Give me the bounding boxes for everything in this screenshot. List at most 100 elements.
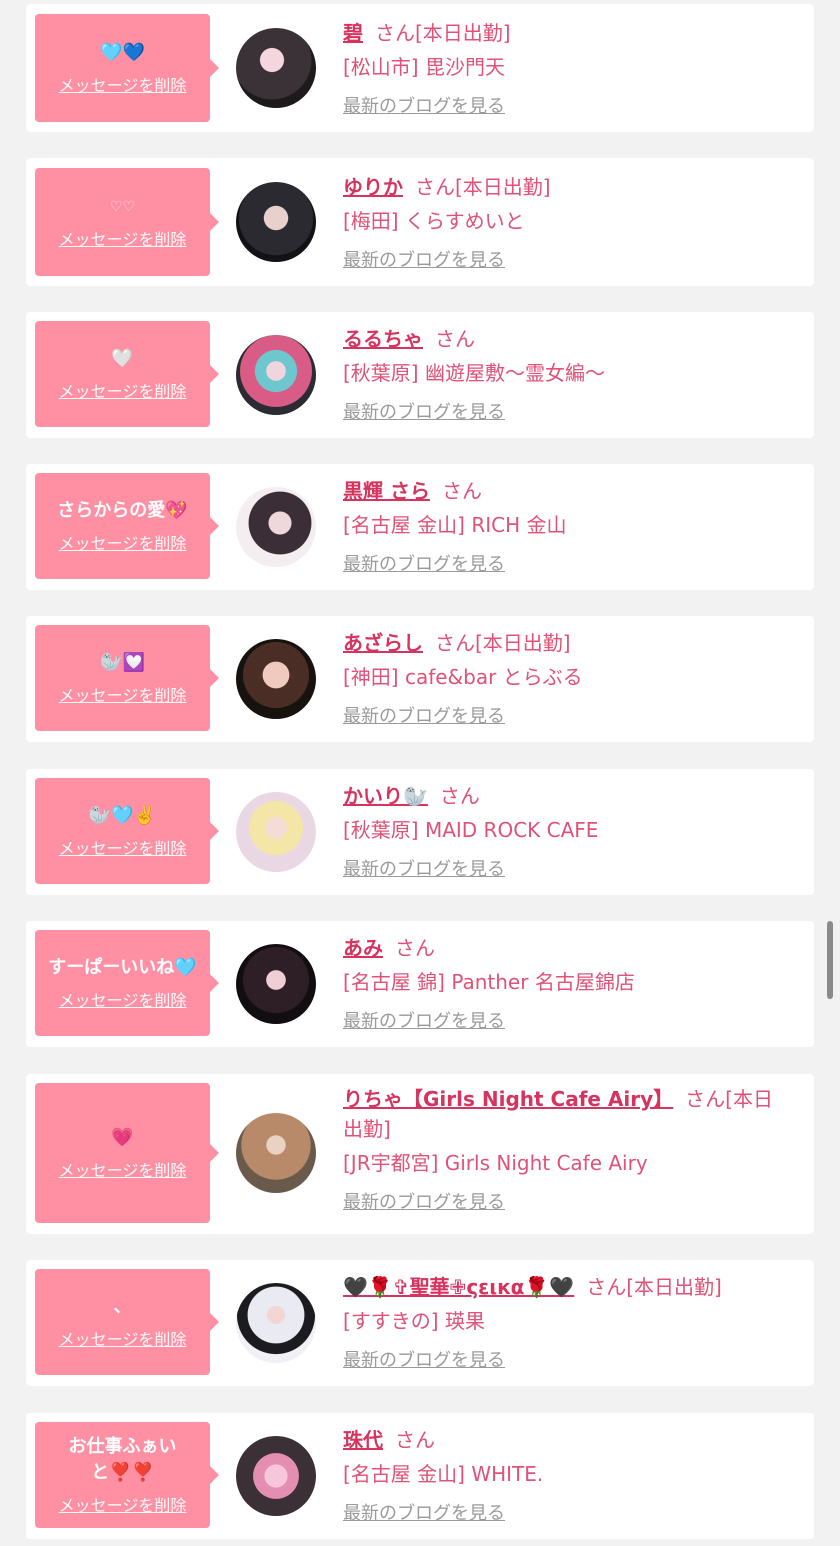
honorific: さん [395, 1428, 435, 1452]
avatar[interactable] [236, 792, 316, 872]
latest-blog-link[interactable]: 最新のブログを見る [343, 1007, 505, 1033]
message-text: 🤍 [111, 348, 134, 369]
cast-name-link[interactable]: 🖤🌹✞聖華✙ςειкα🌹🖤 [343, 1275, 574, 1299]
status-badge: [本日出勤] [415, 21, 511, 45]
shop-info: [梅田] くらすめいと [343, 209, 525, 233]
message-bubble: すーぱーいいね🩵 メッセージを削除 [35, 930, 219, 1036]
latest-blog-link[interactable]: 最新のブログを見る [343, 550, 505, 576]
shop-info: [名古屋 金山] WHITE. [343, 1462, 544, 1486]
delete-message-link[interactable]: メッセージを削除 [59, 72, 187, 96]
delete-message-link[interactable]: メッセージを削除 [59, 682, 187, 706]
name-line: りちゃ【Girls Night Cafe Airy】 さん[本日出勤] [343, 1084, 790, 1144]
delete-message-link[interactable]: メッセージを削除 [59, 1157, 187, 1181]
message-bubble: 🩵💙 メッセージを削除 [35, 14, 219, 122]
delete-message-link[interactable]: メッセージを削除 [59, 987, 187, 1011]
status-badge: [本日出勤] [475, 631, 571, 655]
message-text: ♡♡ [109, 199, 136, 215]
shop-info: [松山市] 毘沙門天 [343, 55, 505, 79]
name-line: あざらし さん[本日出勤] [343, 628, 790, 658]
avatar[interactable] [236, 944, 316, 1024]
cast-name-link[interactable]: 碧 [343, 21, 363, 45]
message-bubble: 、 メッセージを削除 [35, 1269, 219, 1375]
avatar[interactable] [236, 639, 316, 719]
avatar[interactable] [236, 28, 316, 108]
message-text: 🦭💟 [100, 652, 145, 673]
honorific: さん [586, 1275, 627, 1299]
honorific: さん [375, 21, 415, 45]
honorific: さん [395, 936, 435, 960]
message-text: すーぱーいいね🩵 [48, 957, 197, 978]
avatar[interactable] [236, 1113, 316, 1193]
delete-message-link[interactable]: メッセージを削除 [59, 1326, 187, 1350]
cast-name-link[interactable]: かいり🦭 [343, 784, 428, 808]
name-line: あみ さん [343, 933, 790, 963]
honorific: さん [435, 631, 475, 655]
message-text: 🩵💙 [100, 42, 145, 63]
scrollbar[interactable] [827, 921, 833, 999]
message-bubble: お仕事ふぁいと❣️❣️ メッセージを削除 [35, 1422, 219, 1528]
shop-info: [名古屋 金山] RICH 金山 [343, 513, 567, 537]
cast-name-link[interactable]: るるちゃ [343, 327, 423, 351]
card-info: 碧さん[本日出勤] [松山市] 毘沙門天 最新のブログを見る [343, 18, 790, 118]
honorific: さん [415, 175, 455, 199]
list-item: 、 メッセージを削除 🖤🌹✞聖華✙ςειкα🌹🖤 さん[本日出勤] [すすきの] … [26, 1260, 814, 1386]
honorific: さん [441, 479, 482, 503]
list-item: お仕事ふぁいと❣️❣️ メッセージを削除 珠代 さん [名古屋 金山] WHITE… [26, 1413, 814, 1539]
latest-blog-link[interactable]: 最新のブログを見る [343, 1346, 505, 1372]
message-text: 💗 [111, 1127, 134, 1148]
message-bubble: さらからの愛💖 メッセージを削除 [35, 473, 219, 579]
cast-name-link[interactable]: ゆりか [343, 175, 403, 199]
list-item: 💗 メッセージを削除 りちゃ【Girls Night Cafe Airy】 さん[… [26, 1074, 814, 1234]
card-info: りちゃ【Girls Night Cafe Airy】 さん[本日出勤] [JR宇都… [343, 1084, 790, 1214]
avatar[interactable] [236, 1436, 316, 1516]
name-line: 🖤🌹✞聖華✙ςειкα🌹🖤 さん[本日出勤] [343, 1272, 790, 1302]
card-info: ゆりか さん[本日出勤] [梅田] くらすめいと 最新のブログを見る [343, 172, 790, 272]
cast-name-link[interactable]: りちゃ【Girls Night Cafe Airy】 [343, 1087, 673, 1111]
avatar[interactable] [236, 487, 316, 567]
name-line: 珠代 さん [343, 1425, 790, 1455]
delete-message-link[interactable]: メッセージを削除 [59, 530, 187, 554]
message-bubble: ♡♡ メッセージを削除 [35, 168, 219, 276]
shop-info: [すすきの] 瑛果 [343, 1309, 485, 1333]
card-info: かいり🦭 さん [秋葉原] MAID ROCK CAFE 最新のブログを見る [343, 781, 790, 881]
honorific: さん [685, 1087, 726, 1111]
delete-message-link[interactable]: メッセージを削除 [59, 378, 187, 402]
cast-name-link[interactable]: 珠代 [343, 1428, 383, 1452]
latest-blog-link[interactable]: 最新のブログを見る [343, 702, 505, 728]
latest-blog-link[interactable]: 最新のブログを見る [343, 398, 505, 424]
shop-info: [秋葉原] MAID ROCK CAFE [343, 818, 599, 842]
message-bubble: 💗 メッセージを削除 [35, 1083, 219, 1223]
honorific: さん [435, 327, 475, 351]
message-text: お仕事ふぁいと❣️❣️ [68, 1436, 177, 1483]
list-item: すーぱーいいね🩵 メッセージを削除 あみ さん [名古屋 錦] Panther 名… [26, 921, 814, 1047]
latest-blog-link[interactable]: 最新のブログを見る [343, 1188, 505, 1214]
avatar[interactable] [236, 335, 316, 415]
list-item: 🦭💟 メッセージを削除 あざらし さん[本日出勤] [神田] cafe&bar と… [26, 616, 814, 742]
message-bubble: 🤍 メッセージを削除 [35, 321, 219, 427]
avatar[interactable] [236, 1283, 316, 1363]
card-info: るるちゃ さん [秋葉原] 幽遊屋敷〜霊女編〜 最新のブログを見る [343, 324, 790, 424]
status-badge: [本日出勤] [455, 175, 551, 199]
latest-blog-link[interactable]: 最新のブログを見る [343, 1499, 505, 1525]
cast-name-link[interactable]: 黒輝 さら [343, 479, 430, 503]
delete-message-link[interactable]: メッセージを削除 [59, 835, 187, 859]
message-bubble: 🦭🩵✌️ メッセージを削除 [35, 778, 219, 884]
cast-name-link[interactable]: あみ [343, 936, 383, 960]
list-item: 🦭🩵✌️ メッセージを削除 かいり🦭 さん [秋葉原] MAID ROCK CAF… [26, 769, 814, 895]
name-line: かいり🦭 さん [343, 781, 790, 811]
latest-blog-link[interactable]: 最新のブログを見る [343, 855, 505, 881]
list-item: さらからの愛💖 メッセージを削除 黒輝 さら さん [名古屋 金山] RICH 金… [26, 464, 814, 590]
list-item: ♡♡ メッセージを削除 ゆりか さん[本日出勤] [梅田] くらすめいと 最新のブ… [26, 158, 814, 286]
avatar[interactable] [236, 182, 316, 262]
message-text: さらからの愛💖 [57, 500, 188, 521]
shop-info: [名古屋 錦] Panther 名古屋錦店 [343, 970, 635, 994]
cast-name-link[interactable]: あざらし [343, 631, 423, 655]
card-info: あざらし さん[本日出勤] [神田] cafe&bar とらぶる 最新のブログを見… [343, 628, 790, 728]
name-line: るるちゃ さん [343, 324, 790, 354]
latest-blog-link[interactable]: 最新のブログを見る [343, 246, 505, 272]
delete-message-link[interactable]: メッセージを削除 [59, 1492, 187, 1516]
name-line: 碧さん[本日出勤] [343, 18, 790, 48]
name-line: 黒輝 さら さん [343, 476, 790, 506]
delete-message-link[interactable]: メッセージを削除 [59, 226, 187, 250]
latest-blog-link[interactable]: 最新のブログを見る [343, 92, 505, 118]
